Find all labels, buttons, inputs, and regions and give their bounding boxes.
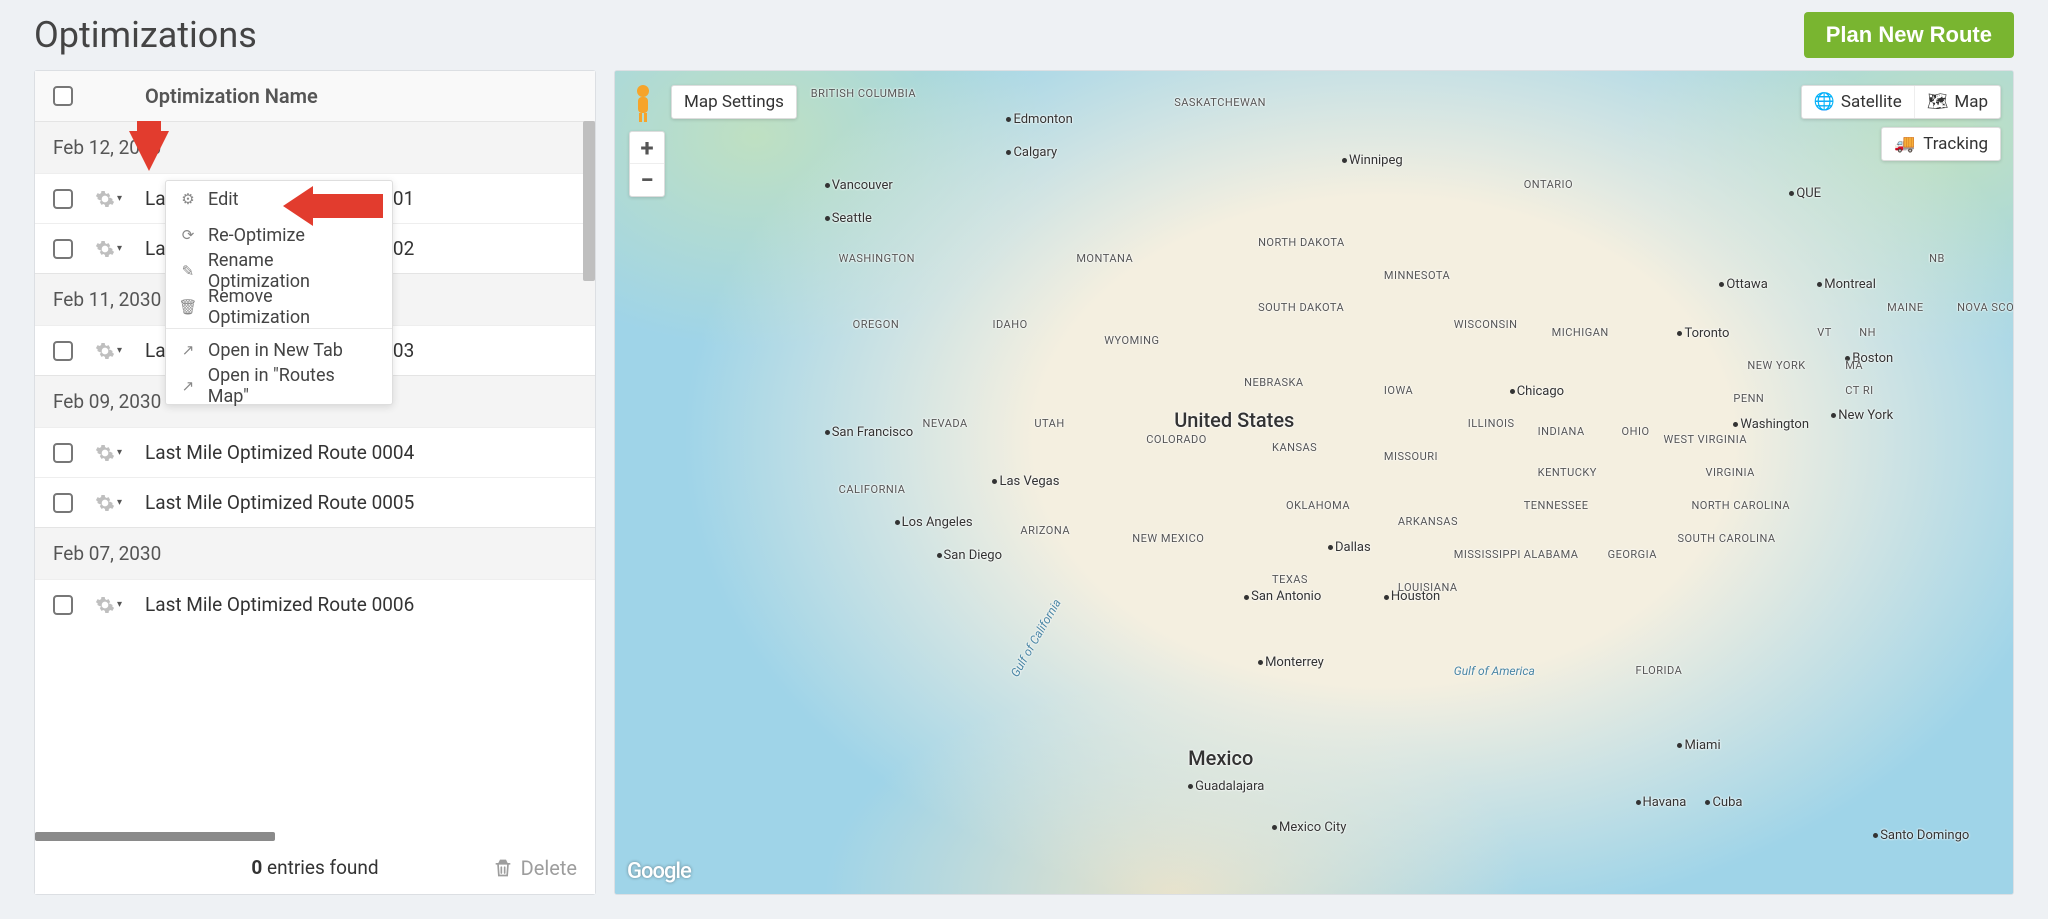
row-checkbox[interactable]: [53, 189, 73, 209]
pencil-icon: ✎: [180, 262, 196, 280]
external-link-icon: ↗: [180, 377, 196, 395]
optimizations-panel: Optimization Name Feb 12, 2030 ▾ Last Mile…: [34, 70, 596, 895]
chevron-down-icon: ▾: [117, 599, 122, 610]
satellite-label: Satellite: [1841, 92, 1902, 112]
gear-icon: [95, 189, 115, 209]
chevron-down-icon: ▾: [117, 447, 122, 458]
row-checkbox[interactable]: [53, 341, 73, 361]
zoom-control: + −: [629, 131, 665, 197]
tracking-button[interactable]: 🚚 Tracking: [1881, 127, 2001, 161]
select-all-checkbox[interactable]: [53, 86, 73, 106]
map-settings-button[interactable]: Map Settings: [671, 85, 797, 119]
horizontal-scrollbar[interactable]: [35, 832, 595, 841]
ctx-open-tab[interactable]: ↗ Open in New Tab: [166, 332, 392, 368]
row-actions-button[interactable]: ▾: [95, 443, 122, 463]
ctx-rename[interactable]: ✎Rename Optimization: [166, 253, 392, 289]
route-row[interactable]: ▾ Last Mile Optimized Route 0006: [35, 579, 595, 629]
refresh-icon: ⟳: [180, 226, 196, 244]
map-icon: 🗺: [1927, 92, 1949, 112]
row-checkbox[interactable]: [53, 493, 73, 513]
ctx-edit-label: Edit: [208, 189, 238, 210]
route-name: Last Mile Optimized Route 0005: [145, 491, 577, 514]
gear-icon: [95, 239, 115, 259]
route-row[interactable]: ▾ Last Mile Optimized Route 0005: [35, 477, 595, 527]
table-footer: 0 entries found Delete: [35, 840, 595, 894]
map-toggle[interactable]: 🗺Map: [1915, 86, 2000, 118]
delete-label: Delete: [521, 856, 577, 880]
gear-icon: [95, 341, 115, 361]
map-type-control: 🌐 Satellite 🗺Map: [1801, 85, 2001, 119]
annotation-arrow-left: [283, 186, 383, 226]
tracking-label: Tracking: [1923, 134, 1988, 154]
route-name: Last Mile Optimized Route 0004: [145, 441, 577, 464]
annotation-arrow-down: [129, 121, 169, 181]
ctx-open-tab-label: Open in New Tab: [208, 340, 343, 361]
ctx-reoptimize-label: Re-Optimize: [208, 225, 305, 246]
ctx-remove-label: Remove Optimization: [208, 286, 378, 328]
gear-icon: [95, 595, 115, 615]
ctx-open-routes[interactable]: ↗ Open in "Routes Map": [166, 368, 392, 404]
row-checkbox[interactable]: [53, 595, 73, 615]
zoom-in-button[interactable]: +: [630, 132, 664, 164]
row-actions-button[interactable]: ▾: [95, 189, 122, 209]
gear-icon: [95, 443, 115, 463]
row-actions-button[interactable]: ▾: [95, 341, 122, 361]
zoom-out-button[interactable]: −: [630, 164, 664, 196]
date-group-header: Feb 12, 2030: [35, 121, 595, 173]
route-name: Last Mile Optimized Route 0006: [145, 593, 577, 616]
row-actions-button[interactable]: ▾: [95, 239, 122, 259]
column-optimization-name: Optimization Name: [145, 84, 577, 108]
plan-new-route-button[interactable]: Plan New Route: [1804, 12, 2014, 58]
table-header-row: Optimization Name: [35, 71, 595, 121]
route-row[interactable]: ▾ Last Mile Optimized Route 0004: [35, 427, 595, 477]
chevron-down-icon: ▾: [117, 345, 122, 356]
trash-icon: 🗑: [180, 298, 196, 316]
pegman-icon[interactable]: [629, 83, 657, 123]
chevron-down-icon: ▾: [117, 243, 122, 254]
row-actions-button[interactable]: ▾: [95, 493, 122, 513]
vertical-scrollbar[interactable]: [583, 121, 595, 681]
globe-icon: 🌐: [1814, 92, 1835, 112]
chevron-down-icon: ▾: [117, 193, 122, 204]
date-group-header: Feb 07, 2030: [35, 527, 595, 579]
gear-icon: ⚙: [180, 190, 196, 208]
map-label: Map: [1954, 92, 1988, 112]
delete-button[interactable]: Delete: [493, 856, 577, 880]
page-title: Optimizations: [34, 14, 257, 56]
trash-icon: [493, 857, 513, 879]
row-actions-button[interactable]: ▾: [95, 595, 122, 615]
row-checkbox[interactable]: [53, 443, 73, 463]
map-panel[interactable]: Map Settings + − 🌐 Satellite 🗺Map 🚚 Tracki…: [614, 70, 2014, 895]
satellite-toggle[interactable]: 🌐 Satellite: [1802, 86, 1915, 118]
gear-icon: [95, 493, 115, 513]
truck-icon: 🚚: [1894, 134, 1915, 154]
row-checkbox[interactable]: [53, 239, 73, 259]
google-logo: Google: [627, 859, 691, 884]
map-terrain: [615, 71, 2013, 894]
chevron-down-icon: ▾: [117, 497, 122, 508]
ctx-open-routes-label: Open in "Routes Map": [208, 365, 378, 407]
entries-count: 0 entries found: [251, 856, 378, 879]
ctx-remove[interactable]: 🗑 Remove Optimization: [166, 289, 392, 325]
external-link-icon: ↗: [180, 341, 196, 359]
